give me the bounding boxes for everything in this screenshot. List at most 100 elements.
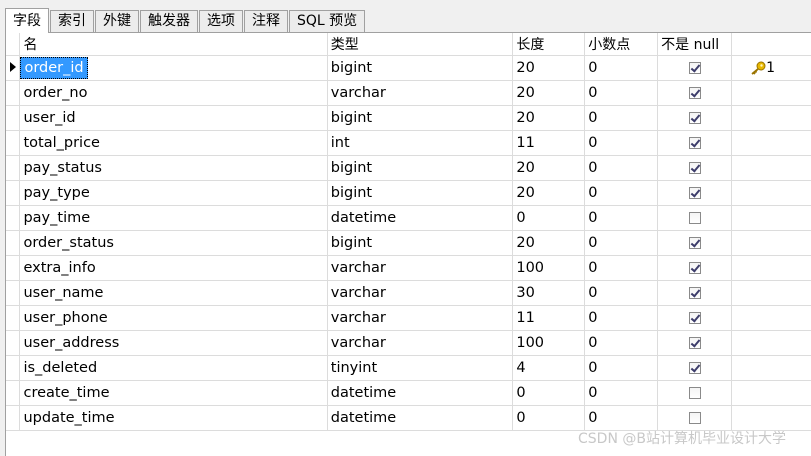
field-type[interactable]: int <box>327 130 514 156</box>
field-decimals[interactable]: 0 <box>584 180 659 206</box>
field-decimals[interactable]: 0 <box>584 55 659 81</box>
field-type[interactable]: datetime <box>327 205 514 231</box>
field-name-cell[interactable]: user_name <box>19 280 328 306</box>
row-indicator[interactable] <box>6 205 21 231</box>
field-decimals[interactable]: 0 <box>584 405 659 431</box>
field-decimals[interactable]: 0 <box>584 130 659 156</box>
field-name-cell[interactable]: user_phone <box>19 305 328 331</box>
field-name-cell[interactable]: is_deleted <box>19 355 328 381</box>
field-type[interactable]: bigint <box>327 55 514 81</box>
key-cell[interactable]: 1 <box>731 55 811 81</box>
table-row[interactable]: order_status bigint 20 0 <box>6 230 811 256</box>
field-length[interactable]: 11 <box>512 130 586 156</box>
tab-6[interactable]: SQL 预览 <box>289 10 366 32</box>
field-length[interactable]: 100 <box>512 330 586 356</box>
field-length[interactable]: 20 <box>512 180 586 206</box>
not-null-checkbox[interactable] <box>688 337 701 349</box>
table-row[interactable]: is_deleted tinyint 4 0 <box>6 355 811 381</box>
field-decimals[interactable]: 0 <box>584 330 659 356</box>
not-null-checkbox[interactable] <box>688 262 701 274</box>
table-row[interactable]: user_address varchar 100 0 <box>6 330 811 356</box>
table-row[interactable]: extra_info varchar 100 0 <box>6 255 811 281</box>
field-type[interactable]: varchar <box>327 330 514 356</box>
table-row[interactable]: create_time datetime 0 0 <box>6 380 811 406</box>
field-decimals[interactable]: 0 <box>584 155 659 181</box>
field-type[interactable]: tinyint <box>327 355 514 381</box>
not-null-checkbox[interactable] <box>688 412 701 424</box>
field-name-cell[interactable]: user_address <box>19 330 328 356</box>
column-header-type[interactable]: 类型 <box>327 33 514 56</box>
field-name-cell[interactable]: create_time <box>19 380 328 406</box>
row-indicator[interactable] <box>6 230 21 256</box>
key-cell[interactable] <box>731 80 811 106</box>
row-indicator[interactable] <box>6 330 21 356</box>
field-length[interactable]: 20 <box>512 105 586 131</box>
table-row[interactable]: pay_type bigint 20 0 <box>6 180 811 206</box>
key-cell[interactable] <box>731 230 811 256</box>
not-null-checkbox[interactable] <box>688 237 701 249</box>
column-header-length[interactable]: 长度 <box>512 33 586 56</box>
table-row[interactable]: order_no varchar 20 0 <box>6 80 811 106</box>
field-name-cell[interactable]: pay_type <box>19 180 328 206</box>
field-decimals[interactable]: 0 <box>584 255 659 281</box>
key-cell[interactable] <box>731 330 811 356</box>
field-type[interactable]: varchar <box>327 255 514 281</box>
field-type[interactable]: datetime <box>327 405 514 431</box>
tab-2[interactable]: 外键 <box>95 10 139 32</box>
not-null-checkbox[interactable] <box>688 287 701 299</box>
field-type[interactable]: datetime <box>327 380 514 406</box>
field-decimals[interactable]: 0 <box>584 355 659 381</box>
field-name-cell[interactable]: order_no <box>19 80 328 106</box>
row-indicator[interactable] <box>6 255 21 281</box>
field-length[interactable]: 0 <box>512 205 586 231</box>
table-row[interactable]: user_name varchar 30 0 <box>6 280 811 306</box>
field-name-cell[interactable]: user_id <box>19 105 328 131</box>
not-null-checkbox[interactable] <box>688 387 701 399</box>
row-indicator[interactable] <box>6 305 21 331</box>
not-null-checkbox[interactable] <box>688 312 701 324</box>
field-name-cell[interactable]: extra_info <box>19 255 328 281</box>
field-type[interactable]: bigint <box>327 155 514 181</box>
tab-1[interactable]: 索引 <box>50 10 94 32</box>
not-null-checkbox[interactable] <box>688 62 701 74</box>
row-indicator[interactable] <box>6 280 21 306</box>
table-row[interactable]: pay_status bigint 20 0 <box>6 155 811 181</box>
field-length[interactable]: 4 <box>512 355 586 381</box>
field-name-cell[interactable]: pay_status <box>19 155 328 181</box>
table-row[interactable]: total_price int 11 0 <box>6 130 811 156</box>
field-decimals[interactable]: 0 <box>584 80 659 106</box>
table-row[interactable]: pay_time datetime 0 0 <box>6 205 811 231</box>
field-name-cell[interactable]: order_status <box>19 230 328 256</box>
column-header-key[interactable] <box>731 33 811 56</box>
table-row[interactable]: user_id bigint 20 0 <box>6 105 811 131</box>
field-length[interactable]: 100 <box>512 255 586 281</box>
field-length[interactable]: 0 <box>512 380 586 406</box>
key-cell[interactable] <box>731 255 811 281</box>
field-name-cell[interactable]: total_price <box>19 130 328 156</box>
column-header-not-null[interactable]: 不是 null <box>657 33 733 56</box>
tab-0[interactable]: 字段 <box>5 8 49 33</box>
row-indicator[interactable] <box>6 405 21 431</box>
not-null-checkbox[interactable] <box>688 362 701 374</box>
row-indicator[interactable] <box>6 155 21 181</box>
not-null-checkbox[interactable] <box>688 87 701 99</box>
field-decimals[interactable]: 0 <box>584 105 659 131</box>
field-type[interactable]: varchar <box>327 80 514 106</box>
row-indicator[interactable] <box>6 105 21 131</box>
tab-4[interactable]: 选项 <box>199 10 243 32</box>
field-length[interactable]: 0 <box>512 405 586 431</box>
tab-3[interactable]: 触发器 <box>140 10 198 32</box>
column-header-decimals[interactable]: 小数点 <box>584 33 659 56</box>
row-indicator[interactable] <box>6 55 21 81</box>
key-cell[interactable] <box>731 380 811 406</box>
field-name-cell[interactable]: update_time <box>19 405 328 431</box>
field-name-cell[interactable]: order_id <box>19 55 328 81</box>
field-length[interactable]: 20 <box>512 55 586 81</box>
field-decimals[interactable]: 0 <box>584 205 659 231</box>
not-null-checkbox[interactable] <box>688 187 701 199</box>
table-row[interactable]: order_id bigint 20 0 1 <box>6 55 811 81</box>
key-cell[interactable] <box>731 155 811 181</box>
row-indicator[interactable] <box>6 355 21 381</box>
field-type[interactable]: varchar <box>327 280 514 306</box>
not-null-checkbox[interactable] <box>688 162 701 174</box>
